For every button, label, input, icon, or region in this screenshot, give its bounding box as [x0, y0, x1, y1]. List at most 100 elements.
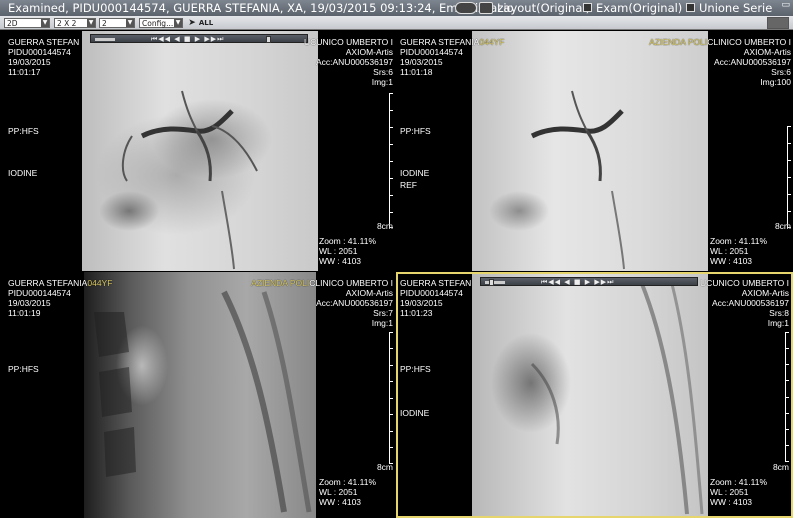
- accession-number: Acc:ANU000536197: [713, 57, 791, 67]
- chevron-down-icon: ▼: [41, 19, 49, 27]
- device-name: AXIOM-Artis: [743, 47, 791, 57]
- study-time: 11:01:18: [400, 67, 433, 77]
- scale-ruler: [787, 126, 791, 228]
- mode-select[interactable]: 2D ▼: [4, 18, 50, 28]
- series-number: Srs:6: [771, 67, 791, 77]
- device-name: AXIOM-Artis: [345, 47, 393, 57]
- window-level: WL : 2051: [319, 487, 358, 497]
- cine-slider[interactable]: [485, 281, 505, 284]
- scale-label: 8cm: [376, 462, 393, 472]
- image-number: Img:1: [371, 77, 393, 87]
- angiography-image: [82, 31, 318, 271]
- anatomy-overlay: [530, 283, 704, 515]
- patient-name: GUERRA STEFAN: [8, 37, 80, 47]
- link-icon[interactable]: [455, 2, 477, 14]
- window-title: Examined, PIDU000144574, GUERRA STEFANIA…: [8, 1, 514, 15]
- accession-number: Acc:ANU000536197: [315, 298, 393, 308]
- study-date: 19/03/2015: [8, 298, 51, 308]
- patient-id: PIDU000144574: [8, 47, 71, 57]
- merge-series-dropdown[interactable]: Unione Serie: [699, 0, 772, 16]
- viewport-bottom-left[interactable]: GUERRA STEFANIA044YF PIDU000144574 19/03…: [0, 272, 395, 518]
- overlay-bottom-right: Zoom : 41.11% WL : 2051 WW : 4103: [319, 236, 376, 266]
- window-width: WW : 4103: [319, 497, 362, 507]
- viewport-top-right[interactable]: GUERRA STEFANIA044YF PIDU000144574 19/03…: [396, 31, 793, 271]
- study-time: 11:01:23: [400, 308, 433, 318]
- cine-control-bar[interactable]: ⏮◀◀ ◀ ■ ▶ ▶▶⏭: [90, 34, 308, 43]
- scale-label: 8cm: [774, 221, 791, 231]
- layout-select[interactable]: 2 X 2 ▼: [54, 18, 96, 28]
- patient-id-tag: 044YF: [479, 37, 505, 47]
- layout-grid-icon[interactable]: [479, 2, 493, 14]
- window-level: WL : 2051: [710, 246, 749, 256]
- contrast-agent: IODINE: [8, 168, 38, 178]
- cine-control-bar[interactable]: ⏮◀◀ ◀ ■ ▶ ▶▶⏭: [480, 277, 698, 286]
- config-select-value: Config...: [142, 19, 174, 28]
- patient-name: GUERRA STEFAN: [400, 278, 472, 288]
- viewport-bottom-right-active[interactable]: ⏮◀◀ ◀ ■ ▶ ▶▶⏭ GUERRA STEFAN PIDU00014457…: [396, 272, 793, 518]
- patient-name: GUERRA STEFANIA: [8, 278, 88, 288]
- study-date: 19/03/2015: [400, 57, 443, 67]
- patient-id: PIDU000144574: [400, 47, 463, 57]
- count-select[interactable]: 2 ▼: [99, 18, 135, 28]
- patient-position: PP:HFS: [8, 126, 39, 136]
- overlay-top-left: GUERRA STEFANIA044YF PIDU000144574 19/03…: [400, 37, 504, 77]
- overlay-top-right: UCUNICO UMBERTO I AXIOM-Artis Acc:ANU000…: [700, 278, 789, 328]
- cine-slider[interactable]: [95, 38, 115, 41]
- vessel-overlay: [121, 90, 258, 270]
- patient-position: PP:HFS: [8, 364, 39, 374]
- layout-dropdown[interactable]: Layout(Original): [497, 0, 590, 16]
- patient-id: PIDU000144574: [8, 288, 71, 298]
- hospital-name: UCUNICO UMBERTO I: [700, 278, 789, 288]
- exam-flag-icon: [583, 3, 592, 12]
- cursor-icon[interactable]: ➤: [187, 18, 197, 28]
- patient-position: PP:HFS: [400, 364, 431, 374]
- cine-frame-knob[interactable]: [266, 36, 271, 43]
- window-menu-icon[interactable]: ▭: [781, 1, 790, 10]
- config-select[interactable]: Config... ▼: [139, 18, 183, 28]
- image-number: Img:1: [371, 318, 393, 328]
- hospital-prefix: AZIENDA POLI: [649, 37, 708, 47]
- zoom-level: Zoom : 41.11%: [710, 236, 768, 246]
- overlay-bottom-right: Zoom : 41.11% WL : 2051 WW : 4103: [319, 477, 376, 507]
- apply-all-button[interactable]: ALL: [197, 18, 215, 28]
- window-level: WL : 2051: [710, 487, 749, 497]
- count-select-value: 2: [102, 19, 107, 28]
- title-bar: Examined, PIDU000144574, GUERRA STEFANIA…: [0, 0, 793, 16]
- window-width: WW : 4103: [710, 256, 753, 266]
- study-time: 11:01:19: [8, 308, 41, 318]
- reference-label: REF: [400, 180, 417, 190]
- exam-dropdown[interactable]: Exam(Original): [596, 0, 682, 16]
- chevron-down-icon: ▼: [174, 19, 182, 27]
- device-name: AXIOM-Artis: [741, 288, 789, 298]
- series-number: Srs:8: [769, 308, 789, 318]
- scale-label: 8cm: [376, 221, 393, 231]
- overlay-top-right: AZIENDA POLICLINICO UMBERTO I AXIOM-Arti…: [649, 37, 791, 87]
- cine-buttons[interactable]: ⏮◀◀ ◀ ■ ▶ ▶▶⏭: [151, 35, 224, 43]
- patient-name: GUERRA STEFANIA: [400, 37, 480, 47]
- overlay-top-left: GUERRA STEFANIA044YF PIDU000144574 19/03…: [8, 278, 112, 318]
- viewport-top-left[interactable]: ⏮◀◀ ◀ ■ ▶ ▶▶⏭ GUERRA STEFAN PIDU00014457…: [0, 31, 395, 271]
- accession-number: Acc:ANU000536197: [711, 298, 789, 308]
- hospital-name: CLINICO UMBERTO I: [309, 278, 393, 288]
- window-width: WW : 4103: [710, 497, 753, 507]
- toolbar: 2D ▼ 2 X 2 ▼ 2 ▼ Config... ▼ ➤ ALL: [0, 16, 793, 30]
- zoom-level: Zoom : 41.11%: [319, 477, 377, 487]
- series-number: Srs:7: [373, 308, 393, 318]
- scale-label: 8cm: [772, 462, 789, 472]
- patient-position: PP:HFS: [400, 126, 431, 136]
- hospital-prefix: AZIENDA POLI: [251, 278, 310, 288]
- cine-frame-knob[interactable]: [489, 279, 494, 286]
- contrast-agent: IODINE: [400, 168, 430, 178]
- subtraction-image: [472, 274, 708, 516]
- zoom-level: Zoom : 41.11%: [710, 477, 768, 487]
- study-date: 19/03/2015: [8, 57, 51, 67]
- patient-id: PIDU000144574: [400, 288, 463, 298]
- window-level: WL : 2051: [319, 246, 358, 256]
- cine-buttons[interactable]: ⏮◀◀ ◀ ■ ▶ ▶▶⏭: [541, 278, 614, 286]
- overlay-top-right: AZIENDA POLICLINICO UMBERTO I AXIOM-Arti…: [251, 278, 393, 328]
- mode-select-value: 2D: [7, 19, 18, 28]
- device-name: AXIOM-Artis: [345, 288, 393, 298]
- view-toggle-icon[interactable]: [767, 17, 789, 29]
- overlay-bottom-right: Zoom : 41.11% WL : 2051 WW : 4103: [710, 477, 767, 507]
- patient-id-tag: 044YF: [87, 278, 113, 288]
